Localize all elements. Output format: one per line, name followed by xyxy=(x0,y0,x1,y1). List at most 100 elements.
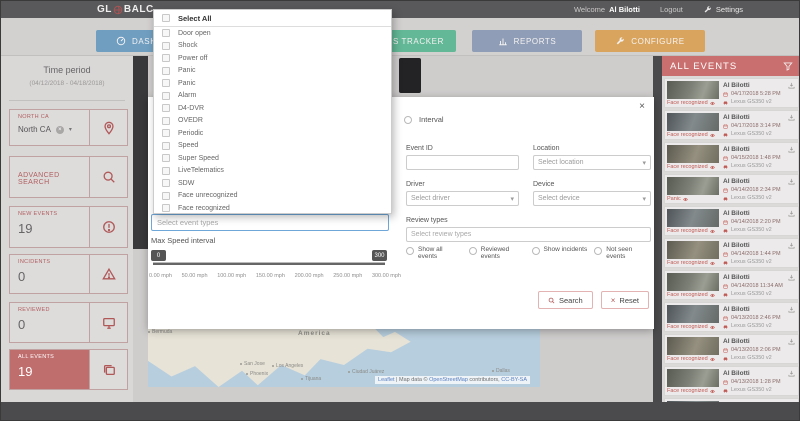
checkbox[interactable] xyxy=(162,79,170,87)
tab-reports[interactable]: REPORTS xyxy=(472,30,582,52)
checkbox[interactable] xyxy=(162,117,170,125)
event-vehicle-row: Lexus GS350 v2 xyxy=(723,323,772,329)
dropdown-option[interactable]: Super Speed xyxy=(154,152,391,165)
filter-icon[interactable] xyxy=(783,61,793,71)
eye-icon xyxy=(710,229,715,234)
region-select[interactable]: North CA × ▾ xyxy=(18,125,89,134)
download-icon[interactable] xyxy=(788,306,795,313)
filter-radio-option[interactable]: Not seen events xyxy=(594,246,651,260)
counter-all-events[interactable]: ALL EVENTS 19 xyxy=(9,349,128,390)
map[interactable]: America San JoseLos AngelesPhoenixTijuan… xyxy=(148,329,540,387)
event-card[interactable]: Face recognized Al Bilotti 04/13/2018 1:… xyxy=(664,366,799,396)
event-types-input[interactable] xyxy=(151,214,389,231)
show-on-map-button[interactable] xyxy=(89,110,127,145)
dropdown-option[interactable]: Door open xyxy=(154,27,391,40)
event-card[interactable]: Face recognized Al Bilotti 04/14/2018 11… xyxy=(664,270,799,300)
leaflet-link[interactable]: Leaflet xyxy=(378,377,395,383)
checkbox[interactable] xyxy=(162,179,170,187)
tick-label: 0.00 mph xyxy=(149,273,172,279)
device-select[interactable]: Select device ▾ xyxy=(533,191,651,206)
checkbox[interactable] xyxy=(162,129,170,137)
dropdown-option[interactable]: Periodic xyxy=(154,127,391,140)
counter-incidents[interactable]: INCIDENTS 0 xyxy=(9,254,128,294)
dropdown-option[interactable]: Alarm xyxy=(154,90,391,103)
dropdown-option[interactable]: Face recognized xyxy=(154,202,391,214)
checkbox[interactable] xyxy=(162,29,170,37)
dropdown-option[interactable]: Panic xyxy=(154,65,391,78)
download-icon[interactable] xyxy=(788,82,795,89)
download-icon[interactable] xyxy=(788,114,795,121)
filter-radio-option[interactable]: Show incidents xyxy=(532,246,589,260)
osm-link[interactable]: OpenStreetMap xyxy=(429,377,468,383)
driver-label: Driver xyxy=(406,181,519,188)
checkbox[interactable] xyxy=(162,167,170,175)
event-card[interactable]: Face recognized Al Bilotti 04/15/2018 1:… xyxy=(664,142,799,172)
select-all-option[interactable]: Select All xyxy=(154,10,391,27)
checkbox[interactable] xyxy=(162,142,170,150)
radio-circle[interactable] xyxy=(532,247,540,255)
tab-configure[interactable]: CONFIGURE xyxy=(595,30,705,52)
checkbox[interactable] xyxy=(162,154,170,162)
dropdown-option[interactable]: SDW xyxy=(154,177,391,190)
search-button[interactable]: Search xyxy=(538,291,593,309)
radio-circle[interactable] xyxy=(469,247,477,255)
dropdown-option[interactable]: Power off xyxy=(154,52,391,65)
max-speed-slider[interactable]: 0 300 xyxy=(153,250,385,266)
dropdown-option[interactable]: LiveTelematics xyxy=(154,165,391,178)
settings-button[interactable]: Settings xyxy=(703,5,743,14)
event-card[interactable]: Face recognized Al Bilotti 04/13/2018 2:… xyxy=(664,334,799,364)
download-icon[interactable] xyxy=(788,178,795,185)
counter-reviewed[interactable]: REVIEWED 0 xyxy=(9,302,128,343)
counter-new-events[interactable]: NEW EVENTS 19 xyxy=(9,206,128,248)
checkbox[interactable] xyxy=(162,104,170,112)
event-card[interactable]: Face recognized Al Bilotti 04/14/2018 2:… xyxy=(664,206,799,236)
event-card[interactable]: Face recognized Al Bilotti 04/17/2018 3:… xyxy=(664,110,799,140)
download-icon[interactable] xyxy=(788,370,795,377)
slider-handle-max[interactable]: 300 xyxy=(372,250,387,261)
event-thumbnail xyxy=(667,145,719,163)
chevron-down-icon[interactable]: ▾ xyxy=(69,126,72,133)
advanced-search-button[interactable] xyxy=(89,157,127,197)
dropdown-option[interactable]: OVEDR xyxy=(154,115,391,128)
radio-circle[interactable] xyxy=(406,247,414,255)
dropdown-option[interactable]: Shock xyxy=(154,40,391,53)
radio-circle[interactable] xyxy=(404,116,412,124)
event-card[interactable]: Face recognized Al Bilotti 04/13/2018 2:… xyxy=(664,302,799,332)
dropdown-option[interactable]: D4-DVR xyxy=(154,102,391,115)
event-card[interactable]: Face recognized Al Bilotti 04/17/2018 5:… xyxy=(664,78,799,108)
clear-region-icon[interactable]: × xyxy=(56,126,64,134)
slider-handle-min[interactable]: 0 xyxy=(151,250,166,261)
download-icon[interactable] xyxy=(788,338,795,345)
event-card[interactable]: Panic Al Bilotti 04/14/2018 2:34 PM Lexu… xyxy=(664,174,799,204)
event-card[interactable]: Face recognized Al Bilotti 04/14/2018 1:… xyxy=(664,238,799,268)
dropdown-option[interactable]: Speed xyxy=(154,140,391,153)
logout-link[interactable]: Logout xyxy=(660,5,683,14)
interval-radio[interactable]: Interval xyxy=(404,115,444,124)
reset-button[interactable]: × Reset xyxy=(601,291,649,309)
license-link[interactable]: CC-BY-SA xyxy=(501,377,527,383)
checkbox[interactable] xyxy=(162,54,170,62)
download-icon[interactable] xyxy=(788,274,795,281)
checkbox[interactable] xyxy=(162,42,170,50)
checkbox[interactable] xyxy=(162,192,170,200)
close-icon[interactable]: × xyxy=(639,101,645,112)
location-select[interactable]: Select location ▾ xyxy=(533,155,651,170)
review-types-input[interactable] xyxy=(406,227,651,242)
all-events-count: 19 xyxy=(18,364,89,379)
download-icon[interactable] xyxy=(788,210,795,217)
download-icon[interactable] xyxy=(788,242,795,249)
calendar-icon xyxy=(723,124,728,129)
checkbox[interactable] xyxy=(162,67,170,75)
download-icon[interactable] xyxy=(788,146,795,153)
dropdown-option[interactable]: Face unrecognized xyxy=(154,190,391,203)
filter-radio-option[interactable]: Reviewed events xyxy=(469,246,526,260)
advanced-search-card[interactable]: ADVANCED SEARCH xyxy=(9,156,128,198)
checkbox[interactable] xyxy=(162,14,170,22)
checkbox[interactable] xyxy=(162,92,170,100)
driver-select[interactable]: Select driver ▾ xyxy=(406,191,519,206)
radio-circle[interactable] xyxy=(594,247,602,255)
checkbox[interactable] xyxy=(162,204,170,212)
event-id-input[interactable] xyxy=(406,155,519,170)
dropdown-option[interactable]: Panic xyxy=(154,77,391,90)
filter-radio-option[interactable]: Show all events xyxy=(406,246,463,260)
